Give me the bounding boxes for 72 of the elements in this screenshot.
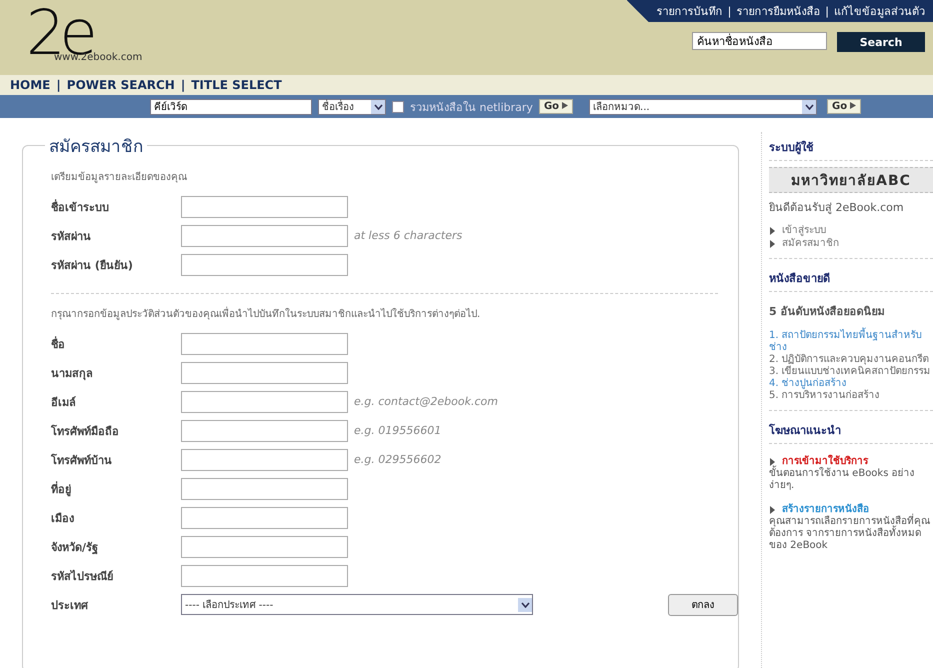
account-link[interactable]: รายการยืมหนังสือ [736, 2, 820, 20]
sidebar-link[interactable]: สมัครสมาชิก [782, 237, 839, 250]
search-button[interactable]: Search [837, 32, 925, 52]
go-button[interactable]: Go [827, 99, 862, 114]
ad-description: คุณสามารถเลือกรายการหนังสือที่คุณต้องการ จากรายการหนังสือทั้งหมดของ 2eBook [769, 516, 933, 552]
separator: | [56, 78, 61, 92]
intro-text: เตรียมข้อมูลรายละเอียดของคุณ [51, 170, 188, 184]
separator: | [180, 78, 186, 92]
field-label: ประเทศ [51, 598, 89, 614]
separator: | [728, 4, 732, 18]
input-field[interactable] [181, 448, 348, 470]
input-field[interactable] [181, 564, 348, 586]
field-label: จังหวัด/รัฐ [51, 540, 100, 556]
input-field[interactable] [181, 536, 348, 558]
go-button[interactable]: Go [538, 99, 574, 114]
form-title: สมัครสมาชิก [48, 136, 144, 159]
field-hint: at less 6 characters [354, 229, 462, 242]
bestseller-link[interactable]: 1. สถาปัตยกรรมไทยพื้นฐานสำหรับช่าง [769, 330, 933, 354]
intro-text: กรุณากรอกข้อมูลประวัติส่วนตัวของคุณเพื่อนำไปบันทึกในระบบสมาชิกและนำไปใช้บริการต่างๆต่อไป. [51, 306, 738, 321]
keyword-field[interactable]: คีย์เวิร์ด [150, 98, 312, 114]
input-field[interactable] [181, 362, 348, 384]
arrow-icon [850, 102, 856, 109]
ad-link[interactable]: สร้างรายการหนังสือ [782, 504, 869, 516]
field-label: โทรศัพท์บ้าน [51, 452, 113, 468]
checkbox[interactable] [392, 100, 404, 112]
nav-link[interactable]: HOME [10, 78, 50, 92]
field-label: ชื่อ [51, 335, 66, 352]
account-link[interactable]: แก้ไขข้อมูลส่วนตัว [834, 2, 925, 20]
input-field[interactable] [181, 478, 348, 500]
field-label: เมือง [51, 510, 75, 526]
title-search-field[interactable]: ค้นหาชื่อหนังสือ [692, 32, 827, 50]
field-label: อีเมล์ [51, 394, 77, 410]
account-link[interactable]: รายการบันทึก [656, 2, 723, 20]
checkbox-label: รวมหนังสือใน netlibrary [410, 100, 533, 116]
country-select[interactable]: ---- เลือกประเทศ ---- [181, 594, 533, 615]
input-field[interactable] [181, 254, 348, 276]
institution-banner: มหาวิทยาลัยABC [769, 167, 933, 193]
input-field[interactable] [181, 196, 348, 218]
nav-link[interactable]: TITLE SELECT [191, 78, 282, 92]
field-select[interactable]: ชื่อเรื่อง [318, 98, 386, 114]
field-label: ที่อยู่ [51, 480, 72, 498]
category-select[interactable]: เลือกหมวด... [589, 98, 818, 114]
field-label: ชื่อเข้าระบบ [51, 198, 110, 216]
field-hint: e.g. contact@2ebook.com [354, 395, 498, 408]
field-label: รหัสผ่าน (ยืนยัน) [51, 258, 134, 274]
sidebar-heading: ระบบผู้ใช้ [769, 132, 933, 161]
field-label: รหัสผ่าน [51, 228, 92, 244]
bestseller-link[interactable]: 2. ปฏิบัติการและควบคุมงานคอนกรีต [769, 354, 933, 366]
sidebar-heading: หนังสือขายดี [769, 263, 933, 292]
bestseller-link[interactable]: 4. ช่างปูนก่อสร้าง [769, 378, 933, 390]
field-label: นามสกุล [51, 366, 94, 382]
bestseller-link[interactable]: 3. เขียนแบบช่างเทคนิคสถาปัตยกรรม [769, 366, 933, 378]
bestseller-link[interactable]: 5. การบริหารงานก่อสร้าง [769, 390, 933, 402]
input-field[interactable] [181, 506, 348, 528]
welcome-text: ยินดีต้อนรับสู่ 2eBook.com [769, 200, 905, 216]
input-field[interactable] [181, 420, 348, 442]
field-label: รหัสไปรษณีย์ [51, 568, 114, 584]
ad-description: ขั้นตอนการใช้งาน eBooks อย่างง่ายๆ. [769, 468, 933, 492]
field-label: โทรศัพท์มือถือ [51, 424, 120, 440]
input-field[interactable] [181, 390, 348, 412]
arrow-icon [562, 102, 568, 109]
separator: | [825, 4, 829, 18]
field-hint: e.g. 019556601 [354, 424, 442, 437]
input-field[interactable] [181, 224, 348, 246]
nav-link[interactable]: POWER SEARCH [66, 78, 175, 92]
input-field[interactable] [181, 332, 348, 354]
sidebar-subheading: 5 อันดับหนังสือยอดนิยม [769, 304, 886, 320]
sidebar-link[interactable]: เข้าสู่ระบบ [782, 224, 826, 237]
sidebar-heading: โฆษณาแนะนำ [769, 415, 933, 444]
ad-link[interactable]: การเข้ามาใช้บริการ [782, 456, 868, 468]
submit-button[interactable]: ตกลง [668, 594, 738, 616]
field-hint: e.g. 029556602 [354, 453, 442, 466]
